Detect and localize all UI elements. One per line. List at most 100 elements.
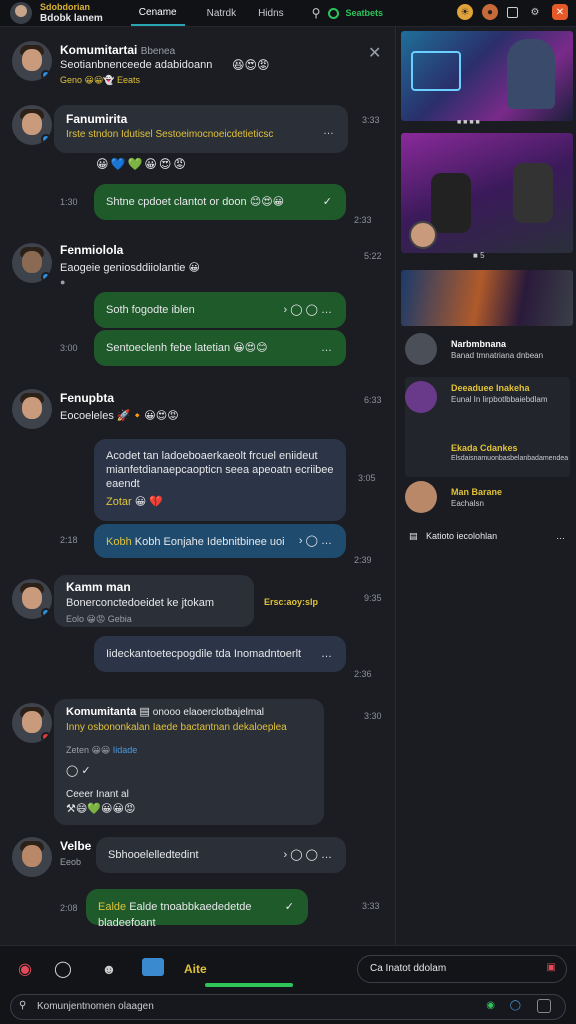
sidebar: ■ ■ ■ ■ ■ 5 Narbmbnana Banad tmnatriana … bbox=[397, 27, 576, 945]
message-bubble[interactable]: Ealde Ealde tnoabbkaededetde bladeefoant… bbox=[86, 889, 308, 929]
timestamp: 2:39 bbox=[354, 555, 372, 565]
attach-icon[interactable]: ◯ bbox=[510, 1000, 521, 1011]
author-tag: Bbenea bbox=[140, 46, 176, 57]
message-text: Acodet tan ladoeboaerkaeolt frcuel eniid… bbox=[106, 450, 334, 490]
message-author: Kamm man bbox=[66, 580, 131, 594]
read-check-icon: ✓ bbox=[322, 196, 332, 208]
highlight-label: Ersc:aoy:slp bbox=[264, 597, 319, 607]
avatar[interactable] bbox=[12, 703, 52, 743]
sidebar-item[interactable]: Narbmbnana Banad tmnatriana dnbean bbox=[405, 331, 570, 371]
tab-hidns[interactable]: Hidns bbox=[258, 8, 284, 19]
more-icon[interactable]: … bbox=[556, 531, 565, 541]
notification-icon[interactable]: ☀ bbox=[457, 4, 473, 20]
message-bubble[interactable]: Kamm man Bonerconctedoeidet ke jtokam Eo… bbox=[54, 575, 254, 627]
user-avatar[interactable] bbox=[10, 2, 32, 24]
sidebar-item[interactable]: Deeaduee Inakeha Eunal In lirpbotlbbaieb… bbox=[405, 377, 570, 477]
message-bubble[interactable]: Shtne cpdoet clantot or doon 😊😍😀 ✓ bbox=[94, 184, 346, 220]
read-check-icon: ✓ bbox=[284, 901, 294, 913]
avatar bbox=[405, 481, 437, 513]
emoji-icon[interactable]: ◉ bbox=[486, 1000, 495, 1011]
message-bubble[interactable]: Soth fogodte iblen › ◯ ◯ … bbox=[94, 292, 346, 328]
sidebar-item-title: Ekada Cdankes bbox=[451, 443, 518, 453]
avatar[interactable] bbox=[12, 389, 52, 429]
message-bubble[interactable]: Sbhooelelledtedint › ◯ ◯ … bbox=[96, 837, 346, 873]
nav-person-icon[interactable]: ☻ bbox=[98, 958, 120, 980]
chat-panel: ✕ Komumitartai Bbenea Seotianbnenceede a… bbox=[0, 27, 396, 945]
message-bubble[interactable]: Komumitanta ▤ onooo elaoerclotbajelmal I… bbox=[54, 699, 324, 825]
quick-search[interactable]: Ca Inatot ddolam ▣ bbox=[357, 955, 567, 983]
media-thumbnail[interactable] bbox=[401, 31, 573, 121]
compose-input[interactable]: ⚲ Komunjentnomen olaagen ◉ ◯ bbox=[10, 994, 566, 1020]
thumbnail-controls: ■ 5 bbox=[473, 251, 485, 260]
message-bubble[interactable]: Fanumirita Irste stndon Idutisel Sestoei… bbox=[54, 105, 348, 153]
sidebar-item-title: Man Barane bbox=[451, 487, 503, 497]
message-bubble[interactable]: Iideckantoetecpogdile tda Inomadntoerlt … bbox=[94, 636, 346, 672]
message-text: Irste stndon Idutisel Sestoeimocnoeicdet… bbox=[66, 129, 274, 140]
media-thumbnail[interactable] bbox=[401, 133, 573, 253]
sidebar-item[interactable]: Man Barane Eachalsn bbox=[405, 481, 570, 517]
message-text: Kobh Eonjahe Idebnitbinee uoi bbox=[134, 536, 285, 548]
timestamp: 2:36 bbox=[354, 669, 372, 679]
message-author-line: Ceeer Inant al bbox=[66, 789, 129, 800]
tab-natrdk[interactable]: Natrdk bbox=[207, 8, 236, 19]
close-window-icon[interactable]: ✕ bbox=[552, 4, 568, 20]
message-author: Fanumirita bbox=[66, 112, 128, 126]
more-icon[interactable]: … bbox=[321, 340, 332, 356]
user-info: Sdobdorian Bdobk lanem bbox=[40, 2, 103, 24]
top-bar: Sdobdorian Bdobk lanem Cename Natrdk Hid… bbox=[0, 0, 576, 27]
sidebar-footer[interactable]: ▤ Katioto iecolohlan … bbox=[409, 531, 569, 542]
message-meta: Geno 😀😀👻 Eeats bbox=[60, 75, 141, 85]
timestamp: 2:33 bbox=[354, 215, 372, 225]
close-icon[interactable]: ✕ bbox=[368, 43, 381, 63]
window-icon[interactable] bbox=[507, 6, 518, 18]
nav-image-icon[interactable] bbox=[142, 958, 164, 976]
tab-cename[interactable]: Cename bbox=[130, 1, 185, 26]
message-bubble[interactable]: Acodet tan ladoeboaerkaeolt frcuel eniid… bbox=[94, 439, 346, 521]
avatar bbox=[405, 381, 437, 413]
more-icon[interactable]: … bbox=[323, 123, 334, 139]
avatar[interactable] bbox=[12, 837, 52, 877]
close-icon[interactable]: ▣ bbox=[547, 962, 556, 973]
timestamp: 3:05 bbox=[358, 473, 376, 483]
avatar[interactable] bbox=[12, 41, 52, 81]
message-meta: Eolo 😀😡 Gebia bbox=[66, 614, 132, 624]
message-meta: Zotar 😀 💔 bbox=[106, 496, 163, 508]
message-meta: ● bbox=[60, 277, 66, 287]
avatar[interactable] bbox=[12, 243, 52, 283]
settings-icon[interactable]: ⚙ bbox=[527, 4, 543, 20]
more-icon[interactable]: … bbox=[321, 646, 332, 662]
fire-icon[interactable]: ● bbox=[482, 4, 498, 20]
timestamp: 2:08 bbox=[60, 903, 78, 913]
emoji-reactions: 😀💙💚😀😍😡 bbox=[96, 157, 188, 171]
status-label: Seatbets bbox=[345, 8, 383, 18]
search-icon[interactable]: ⚲ bbox=[312, 6, 321, 20]
nav-chat-icon[interactable]: ◯ bbox=[52, 958, 74, 980]
message-bubble[interactable]: Sentoeclenh febe latetian 😀😍😊 … bbox=[94, 330, 346, 366]
message-author: Komumitartai Bbenea bbox=[60, 43, 176, 57]
message-text: Soth fogodte iblen bbox=[106, 304, 195, 316]
emoji-reactions: ⚒😄💚😀😀😡 bbox=[66, 803, 136, 815]
message-author: Velbe bbox=[60, 839, 92, 853]
timestamp: 3:30 bbox=[364, 711, 382, 721]
send-icon[interactable] bbox=[537, 999, 551, 1013]
nav-record-icon[interactable]: ◉ bbox=[14, 958, 36, 980]
media-thumbnail[interactable] bbox=[401, 270, 573, 326]
user-status: Sdobdorian bbox=[40, 2, 90, 12]
message-text: Sbhooelelledtedint bbox=[108, 849, 199, 861]
thumbnail-controls: ■ ■ ■ ■ bbox=[457, 119, 480, 126]
timestamp: 1:30 bbox=[60, 197, 78, 207]
sidebar-item-title: Narbmbnana bbox=[451, 339, 507, 349]
search-icon: ⚲ bbox=[19, 1000, 27, 1011]
message-text: Sentoeclenh febe latetian bbox=[106, 342, 231, 354]
sender-label: Ealde bbox=[98, 901, 127, 913]
avatar[interactable] bbox=[12, 579, 52, 619]
nav-aite-tab[interactable]: Aite bbox=[184, 958, 207, 980]
sender-label: Kobh bbox=[106, 536, 132, 548]
message-text: Bonerconctedoeidet ke jtokam bbox=[66, 597, 214, 609]
sidebar-item-title: Deeaduee Inakeha bbox=[451, 383, 530, 393]
timestamp: 6:33 bbox=[364, 395, 382, 405]
sidebar-item-subtitle: Eunal In lirpbotlbbaiebdlam bbox=[451, 395, 548, 404]
message-text: Inny osbononkalan Iaede bactantnan dekal… bbox=[66, 722, 287, 733]
avatar[interactable] bbox=[12, 105, 52, 145]
message-bubble[interactable]: Kobh Kobh Eonjahe Idebnitbinee uoi › ◯ … bbox=[94, 524, 346, 558]
